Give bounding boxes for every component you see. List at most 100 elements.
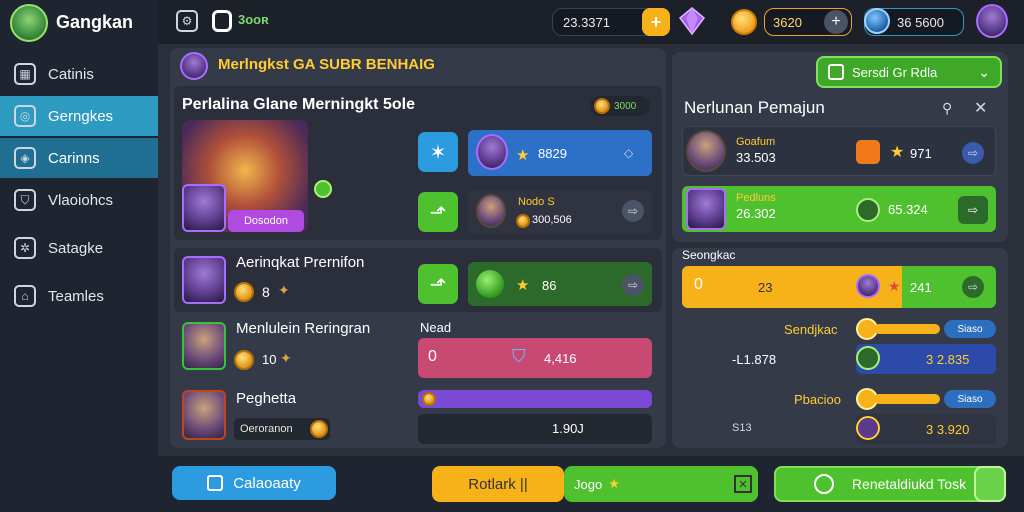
sidebar: Gangkan ▦ Catinis ◎ Gerngkes ◈ Carinns ⛉… — [0, 0, 158, 512]
arrow-right-icon[interactable]: ⇨ — [958, 196, 988, 224]
row-blue-avatar — [476, 134, 508, 170]
sidebar-item-gerngkes[interactable]: ◎ Gerngkes — [0, 96, 158, 136]
row-green-value: 86 — [542, 278, 557, 293]
pink-bar — [418, 338, 652, 378]
sidebar-item-vlaoiohcs[interactable]: ⛉ Vlaoiohcs — [0, 180, 158, 220]
coin-icon — [813, 474, 834, 494]
stat-2-value: 3 2.835 — [926, 352, 970, 367]
player-3-tag-text: Oeroranon — [240, 423, 293, 435]
add-currency-2-button[interactable]: + — [824, 10, 848, 34]
yellow-bar-left: 0 — [694, 276, 703, 293]
dark-bar-value: 1.90J — [552, 421, 584, 436]
currency-2-value: 3620 — [773, 14, 802, 30]
stat-4-label: S13 — [732, 422, 752, 434]
stat-3-badge: Siaso — [944, 390, 996, 408]
sidebar-item-label: Catinis — [48, 65, 94, 83]
diamond-icon: ✦ — [278, 282, 290, 298]
app-title: Gangkan — [56, 12, 134, 32]
footer-left-label: Calaoaaty — [233, 474, 301, 492]
arrow-right-icon[interactable]: ⇨ — [622, 274, 644, 296]
yellow-bar-mid: 23 — [758, 280, 773, 295]
player-1-value: 8 — [262, 284, 270, 300]
shield-icon: ⛉ — [14, 189, 36, 211]
home-icon: ⌂ — [14, 285, 36, 307]
yellow-bar-right: 241 — [910, 280, 932, 295]
left-panel-header: Merlngkst GA SUBR BENHAIG — [218, 56, 435, 73]
footer-right-button[interactable]: Renetaldiukd Tosk — [774, 466, 1006, 502]
green-orb-icon — [856, 198, 880, 222]
player-1-avatar — [182, 256, 226, 304]
stat-4-value: 3 3.920 — [926, 422, 970, 437]
sidebar-item-satagke[interactable]: ✲ Satagke — [0, 228, 158, 268]
close-icon[interactable]: ✕ — [974, 98, 987, 118]
entry-2-score: 65.324 — [888, 202, 928, 217]
footer-mid-right-button[interactable]: Jogo ★ ✕ — [564, 466, 758, 502]
sidebar-item-label: Vlaoiohcs — [48, 191, 114, 209]
stat-3-bar — [874, 394, 940, 404]
entry-2[interactable] — [682, 186, 996, 232]
section-label: Seongkac — [682, 248, 736, 262]
search-button[interactable]: Sersdi Gr Rdla ⌄ — [816, 56, 1002, 88]
star-icon: ★ — [608, 476, 620, 491]
sidebar-item-carinns[interactable]: ◈ Carinns — [0, 138, 158, 178]
row-nodo-name: Nodo S — [518, 196, 555, 208]
profile-avatar[interactable] — [976, 4, 1008, 38]
sidebar-item-label: Gerngkes — [48, 107, 114, 125]
row-nodo-value: 300,506 — [532, 214, 572, 226]
row-blue-value: 8829 — [538, 146, 567, 161]
card-badge-value: 3000 — [614, 100, 637, 112]
entry-1[interactable] — [682, 126, 996, 176]
gear-icon: ✲ — [14, 237, 36, 259]
player-3-avatar — [182, 390, 226, 440]
player-3-name: Peghetta — [236, 390, 297, 407]
row-nodo-avatar — [476, 194, 506, 228]
add-currency-1-button[interactable]: + — [642, 8, 670, 36]
sidebar-item-teamles[interactable]: ⌂ Teamles — [0, 276, 158, 316]
zero-icon — [212, 10, 232, 32]
entry-2-avatar — [686, 188, 726, 230]
gem-icon — [314, 180, 332, 198]
diamond-icon: ✦ — [280, 350, 292, 366]
right-panel-title: Nerlunan Pemajun — [684, 98, 825, 117]
footer-mid-left-button[interactable]: Rotlark || — [432, 466, 564, 502]
player-avatar[interactable] — [10, 4, 48, 42]
stat-3-label: Pbacioo — [794, 392, 841, 407]
sidebar-item-label: Carinns — [48, 149, 100, 167]
confirm-icon[interactable] — [974, 466, 1006, 502]
arrow-right-icon[interactable]: ⇨ — [962, 276, 984, 298]
coin-icon — [422, 392, 436, 406]
arrow-right-icon[interactable]: ⇨ — [962, 142, 984, 164]
star-icon: ★ — [516, 277, 530, 294]
badge-value: 3ooʀ — [238, 12, 269, 27]
entry-1-avatar — [686, 130, 726, 172]
stat-1-bar — [874, 324, 940, 334]
purple-orb-icon — [856, 416, 880, 440]
featured-card-title: Perlalina Glane Merningkt 5ole — [182, 96, 415, 113]
energy-icon — [864, 8, 890, 34]
search-button-label: Sersdi Gr Rdla — [852, 64, 938, 80]
green-orb-icon — [856, 346, 880, 370]
checkbox-icon — [828, 64, 844, 80]
globe-icon: ◎ — [14, 105, 36, 127]
stat-1-badge: Siaso — [944, 320, 996, 338]
search-icon[interactable]: ⚲ — [942, 100, 952, 117]
boost-button[interactable]: ✶ — [418, 132, 458, 172]
coin-icon — [516, 214, 530, 228]
close-icon[interactable]: ✕ — [734, 475, 752, 493]
sidebar-item-catinis[interactable]: ▦ Catinis — [0, 54, 158, 94]
green-orb-icon — [476, 270, 504, 298]
coin-icon — [594, 98, 610, 114]
upgrade-button[interactable]: ⬏ — [418, 192, 458, 232]
arrow-right-icon[interactable]: ⇨ — [622, 200, 644, 222]
footer-right-label: Renetaldiukd Tosk — [851, 476, 967, 492]
diamond-icon: ◇ — [624, 146, 634, 160]
pink-bar-left: 0 — [428, 348, 437, 365]
entry-2-name: Pedluns — [736, 192, 776, 204]
chevron-down-icon: ⌄ — [978, 63, 990, 80]
footer-left-button[interactable]: Calaoaaty — [172, 466, 336, 500]
upgrade-button-2[interactable]: ⬏ — [418, 264, 458, 304]
dark-bar — [418, 414, 652, 444]
settings-icon[interactable]: ⚙ — [176, 10, 198, 32]
currency-1-value: 23.3371 — [563, 14, 610, 30]
chest-icon — [856, 140, 880, 164]
